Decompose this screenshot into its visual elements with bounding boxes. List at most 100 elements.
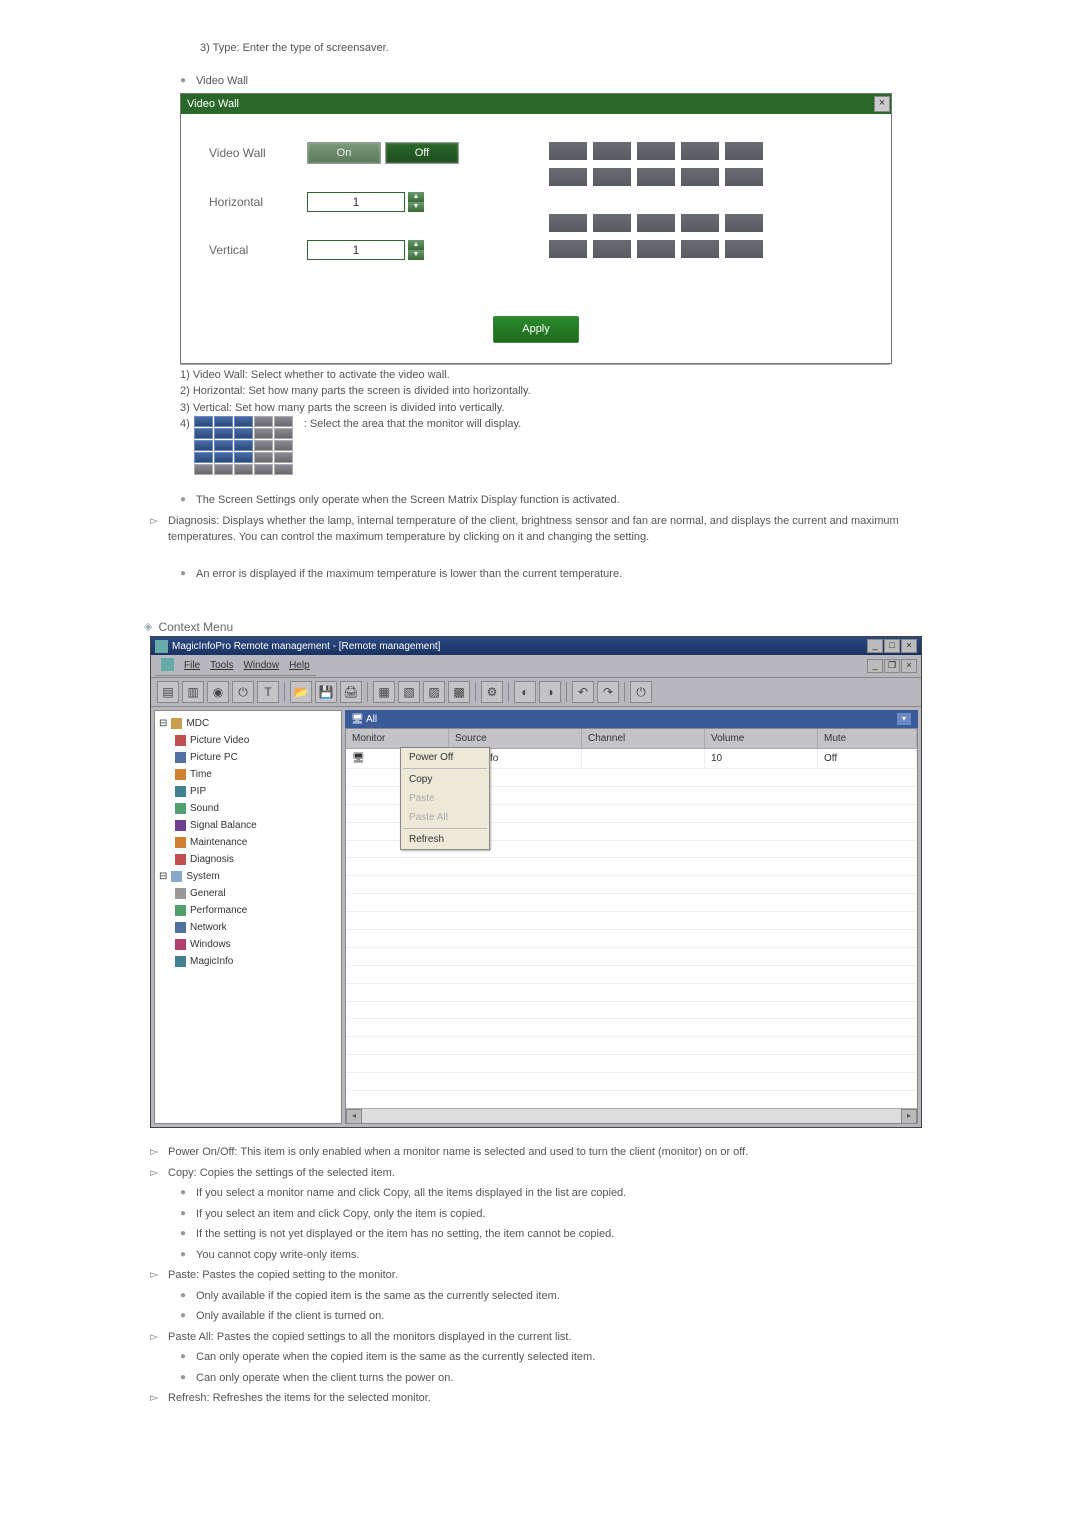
arrow-icon: ▻ bbox=[150, 1267, 168, 1284]
vw-on-button[interactable]: On bbox=[307, 142, 381, 164]
tree-system[interactable]: ⊟System bbox=[159, 868, 337, 885]
tree-perf[interactable]: Performance bbox=[159, 902, 337, 919]
tb-gear-icon[interactable]: ⚙ bbox=[481, 681, 503, 703]
horizontal-spinner[interactable]: ▲ ▼ bbox=[408, 192, 424, 212]
tree-pv[interactable]: Picture Video bbox=[159, 732, 337, 749]
arrow-icon: ▻ bbox=[150, 1329, 168, 1346]
apply-button[interactable]: Apply bbox=[493, 316, 579, 343]
popup-refresh[interactable]: Refresh bbox=[401, 830, 489, 849]
scroll-right-icon[interactable]: ▸ bbox=[901, 1109, 917, 1124]
vw-note-1: 1) Video Wall: Select whether to activat… bbox=[180, 367, 890, 384]
tree-mi[interactable]: MagicInfo bbox=[159, 953, 337, 970]
tree-sound[interactable]: Sound bbox=[159, 800, 337, 817]
video-wall-panel: Video Wall × Video Wall On Off Horizonta… bbox=[180, 93, 892, 364]
vertical-spinner[interactable]: ▲ ▼ bbox=[408, 240, 424, 260]
tb-connect-icon[interactable]: ▤ bbox=[157, 681, 179, 703]
vw-off-button[interactable]: Off bbox=[385, 142, 459, 164]
wall-preview bbox=[549, 142, 863, 288]
spin-up-icon[interactable]: ▲ bbox=[408, 192, 424, 202]
popup-paste-all[interactable]: Paste All bbox=[401, 808, 489, 827]
tb-globe-icon[interactable]: ◉ bbox=[207, 681, 229, 703]
tree-maint[interactable]: Maintenance bbox=[159, 834, 337, 851]
tb-power2-icon[interactable]: ⏻ bbox=[630, 681, 652, 703]
tree-net[interactable]: Network bbox=[159, 919, 337, 936]
context-popup[interactable]: Power Off Copy Paste Paste All Refresh bbox=[400, 747, 490, 850]
screensaver-type-note: 3) Type: Enter the type of screensaver. bbox=[200, 40, 960, 57]
menu-tools[interactable]: Tools bbox=[210, 658, 233, 673]
tb-doc1-icon[interactable]: ▦ bbox=[373, 681, 395, 703]
popup-paste[interactable]: Paste bbox=[401, 789, 489, 808]
diag-icon bbox=[175, 854, 186, 865]
vertical-input[interactable]: 1 bbox=[307, 240, 405, 260]
arrow-icon: ▻ bbox=[150, 513, 168, 530]
tree-root[interactable]: ⊟MDC bbox=[159, 715, 337, 732]
tb-power-icon[interactable]: ⏻ bbox=[232, 681, 254, 703]
menu-help[interactable]: Help bbox=[289, 658, 310, 673]
perf-icon bbox=[175, 905, 186, 916]
pv-icon bbox=[175, 735, 186, 746]
copy-b4: You cannot copy write-only items. bbox=[196, 1247, 960, 1264]
tb-doc4-icon[interactable]: ▩ bbox=[448, 681, 470, 703]
popup-copy[interactable]: Copy bbox=[401, 770, 489, 789]
maximize-icon[interactable]: □ bbox=[884, 639, 900, 653]
arrow-icon: ▻ bbox=[150, 1165, 168, 1182]
win-icon bbox=[175, 939, 186, 950]
tb-na-icon[interactable]: ◐ bbox=[514, 681, 536, 703]
toolbar[interactable]: ▤ ▥ ◉ ⏻ T 📂 💾 🖨 ▦ ▧ ▨ ▩ ⚙ ◐ ◑ ↶ ↷ ⏻ bbox=[151, 678, 921, 707]
tree-pc[interactable]: Picture PC bbox=[159, 749, 337, 766]
tb-doc2-icon[interactable]: ▧ bbox=[398, 681, 420, 703]
tb-open-icon[interactable]: 📂 bbox=[290, 681, 312, 703]
tb-disconnect-icon[interactable]: ▥ bbox=[182, 681, 204, 703]
spin-down-icon[interactable]: ▼ bbox=[408, 250, 424, 260]
app-titlebar[interactable]: MagicInfoPro Remote management - [Remote… bbox=[151, 637, 921, 655]
close-icon[interactable]: × bbox=[874, 96, 890, 112]
folder-icon bbox=[171, 718, 182, 729]
col-source[interactable]: Source bbox=[449, 729, 582, 748]
grid-body[interactable]: 🖥 MagicInfo 10 Off Power Off Copy Paste … bbox=[345, 749, 918, 1124]
horizontal-input[interactable]: 1 bbox=[307, 192, 405, 212]
video-wall-titlebar[interactable]: Video Wall × bbox=[181, 94, 891, 114]
child-close-icon[interactable]: × bbox=[901, 659, 917, 673]
tree-signal[interactable]: Signal Balance bbox=[159, 817, 337, 834]
bullet-icon: ● bbox=[180, 1308, 196, 1323]
minimize-icon[interactable]: _ bbox=[867, 639, 883, 653]
menu-bar[interactable]: File Tools Window Help bbox=[155, 656, 316, 676]
vertical-label: Vertical bbox=[209, 241, 307, 259]
tree-pip[interactable]: PIP bbox=[159, 783, 337, 800]
tree-win[interactable]: Windows bbox=[159, 936, 337, 953]
vw-note-4a: 4) bbox=[180, 416, 190, 433]
menu-window[interactable]: Window bbox=[243, 658, 279, 673]
tree-diag[interactable]: Diagnosis bbox=[159, 851, 337, 868]
tree-view[interactable]: ⊟MDC Picture Video Picture PC Time PIP S… bbox=[154, 710, 342, 1124]
panel-title: Video Wall bbox=[187, 96, 239, 113]
col-volume[interactable]: Volume bbox=[705, 729, 818, 748]
vw-label: Video Wall bbox=[209, 144, 307, 162]
scroll-left-icon[interactable]: ◂ bbox=[346, 1109, 362, 1124]
tb-nb-icon[interactable]: ◑ bbox=[539, 681, 561, 703]
col-channel[interactable]: Channel bbox=[582, 729, 705, 748]
tb-redo-icon[interactable]: ↷ bbox=[597, 681, 619, 703]
col-monitor[interactable]: Monitor bbox=[346, 729, 449, 748]
tree-time[interactable]: Time bbox=[159, 766, 337, 783]
signal-icon bbox=[175, 820, 186, 831]
tb-undo-icon[interactable]: ↶ bbox=[572, 681, 594, 703]
app-title: MagicInfoPro Remote management - [Remote… bbox=[172, 639, 440, 654]
spin-down-icon[interactable]: ▼ bbox=[408, 202, 424, 212]
popup-power-off[interactable]: Power Off bbox=[401, 748, 489, 767]
child-minimize-icon[interactable]: _ bbox=[867, 659, 883, 673]
tb-save-icon[interactable]: 💾 bbox=[315, 681, 337, 703]
tb-t-icon[interactable]: T bbox=[257, 681, 279, 703]
tree-general[interactable]: General bbox=[159, 885, 337, 902]
app-window: MagicInfoPro Remote management - [Remote… bbox=[150, 636, 922, 1128]
tab-all[interactable]: All bbox=[366, 714, 377, 725]
tb-print-icon[interactable]: 🖨 bbox=[340, 681, 362, 703]
child-restore-icon[interactable]: ❐ bbox=[884, 659, 900, 673]
col-mute[interactable]: Mute bbox=[818, 729, 917, 748]
tb-doc3-icon[interactable]: ▨ bbox=[423, 681, 445, 703]
close-icon[interactable]: × bbox=[901, 639, 917, 653]
pc-icon bbox=[175, 752, 186, 763]
menu-file[interactable]: File bbox=[184, 658, 200, 673]
spin-up-icon[interactable]: ▲ bbox=[408, 240, 424, 250]
h-scrollbar[interactable]: ◂ ▸ bbox=[346, 1108, 917, 1123]
tab-dropdown[interactable]: ▾ bbox=[896, 712, 912, 726]
